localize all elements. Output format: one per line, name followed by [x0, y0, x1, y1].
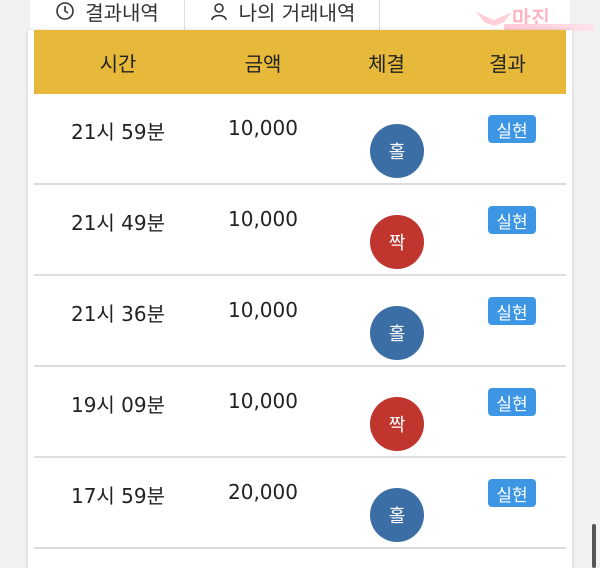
result-badge: 실현: [488, 479, 536, 507]
result-badge: 실현: [488, 206, 536, 234]
row-amount: 10,000: [228, 298, 298, 322]
result-badge: 실현: [488, 297, 536, 325]
header-result: 결과: [489, 51, 526, 76]
scrollbar[interactable]: [592, 524, 596, 568]
fill-ball: 홀: [370, 124, 424, 178]
user-icon: [209, 1, 229, 21]
row-time: 21시 36분: [70, 302, 166, 326]
table-row: 21시 59분 10,000 홀 실현: [34, 94, 566, 185]
row-amount: 10,000: [228, 116, 298, 140]
table-header: 시간 금액 체결 결과: [34, 30, 566, 94]
table-row: 17시 59분 20,000 홀 실현: [34, 458, 566, 549]
tab-results[interactable]: 결과내역: [30, 0, 185, 32]
row-time: 21시 49분: [70, 211, 166, 235]
result-badge: 실현: [488, 388, 536, 416]
table-row: 19시 09분 10,000 짝 실현: [34, 367, 566, 458]
result-badge: 실현: [488, 115, 536, 143]
tab-results-label: 결과내역: [85, 0, 159, 25]
page: 결과내역 나의 거래내역 마진 시간 금액 체결 결과 21시 59분 10,0…: [0, 0, 600, 568]
tab-my-trades[interactable]: 나의 거래내역: [185, 0, 380, 32]
row-time: 19시 09분: [70, 393, 166, 417]
tab-my-trades-label: 나의 거래내역: [238, 0, 356, 25]
clock-icon: [55, 1, 75, 21]
row-time: 21시 59분: [70, 120, 166, 144]
fill-ball: 짝: [370, 215, 424, 269]
header-fill: 체결: [368, 51, 405, 76]
row-amount: 10,000: [228, 389, 298, 413]
row-amount: 20,000: [228, 480, 298, 504]
trade-table: 시간 금액 체결 결과 21시 59분 10,000 홀 실현 21시 49분 …: [28, 30, 572, 568]
fill-ball: 홀: [370, 488, 424, 542]
table-row: 21시 36분 10,000 홀 실현: [34, 276, 566, 367]
row-amount: 10,000: [228, 207, 298, 231]
table-row: 21시 49분 10,000 짝 실현: [34, 185, 566, 276]
header-amount: 금액: [244, 51, 282, 76]
row-time: 17시 59분: [70, 484, 166, 508]
header-time: 시간: [99, 51, 137, 76]
fill-ball: 홀: [370, 306, 424, 360]
fill-ball: 짝: [370, 397, 424, 451]
